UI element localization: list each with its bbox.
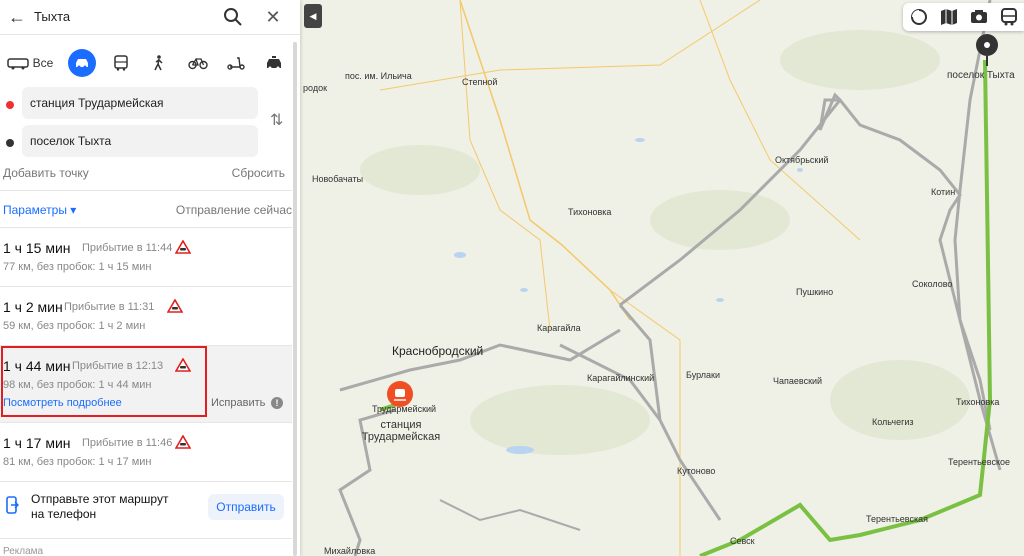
car-icon [76,59,88,69]
add-point-link[interactable]: Добавить точку [3,166,89,180]
send-text: Отправьте этот маршрут на телефон [31,492,169,521]
search-bar: ← Тыхта ✕ [0,0,300,35]
selection-highlight [1,346,207,417]
params-dropdown[interactable]: Параметры ▾ [3,203,76,217]
route-panel: ← Тыхта ✕ Все станция Трудармейская посе… [0,0,300,556]
bicycle-icon [188,58,208,70]
route-arrival: Прибытие в 11:46 [82,437,173,449]
search-icon[interactable] [222,6,244,28]
map-label: Карагайла [537,323,581,333]
info-icon[interactable]: ! [271,397,283,409]
bus-icon [114,55,128,71]
map-label: Михайловка [324,546,376,556]
transport-modes: Все [0,46,300,80]
mode-car-button[interactable] [68,49,96,77]
scrollbar[interactable] [293,42,297,556]
map-label: Кутоново [677,466,716,476]
mode-walk-button[interactable] [146,50,172,76]
end-dot-icon [6,139,14,147]
start-dot-icon [6,101,14,109]
map-label: Тихоновка [568,207,612,217]
destination-label: поселок Тыхта [947,70,1015,81]
taxi-icon [267,56,281,70]
map-label: Терентьевское [948,457,1011,467]
from-value: станция Трудармейская [30,96,164,110]
mode-bike-button[interactable] [184,50,212,76]
map-label: Трудармейский [372,404,437,414]
route-arrival: Прибытие в 11:31 [64,301,155,313]
route-details: 59 км, без пробок: 1 ч 2 мин [3,320,146,332]
map-label: Севск [730,536,755,546]
map-label: Тихоновка [956,397,1000,407]
map-label: Пушкино [796,287,834,297]
map-label: пос. им. Ильича [345,71,412,81]
route-point-from: станция Трудармейская [0,87,300,121]
phone-icon [6,496,19,514]
to-value: поселок Тыхта [30,134,112,148]
departure-link[interactable]: Отправление сейчас [176,203,292,217]
divider [0,538,292,539]
map-label: Соколово [912,279,953,289]
mode-all-label: Все [32,56,54,70]
fix-route-link[interactable]: Исправить [211,397,265,409]
map-label: Бурлаки [686,370,721,380]
map-label: Октябрьский [775,155,829,165]
road-warning-icon [167,299,183,313]
map-label: Чапаевский [773,376,823,386]
back-arrow-icon[interactable]: ← [6,6,28,28]
route-arrival: Прибытие в 11:44 [82,242,173,254]
map-label: Котин [931,187,956,197]
mode-bus-button[interactable] [108,50,134,76]
map-book-icon[interactable] [939,7,959,27]
origin-label: станция Трудармейская [361,419,441,443]
route-option[interactable]: 1 ч 17 мин Прибытие в 11:46 81 км, без п… [0,423,292,481]
map-toolbar [903,3,1024,31]
send-button[interactable]: Отправить [208,494,284,520]
route-details: 77 км, без пробок: 1 ч 15 мин [3,261,152,273]
map-label: родок [303,83,328,93]
close-icon[interactable]: ✕ [262,6,284,28]
route-time: 1 ч 2 мин [3,299,63,315]
car-bus-icon [6,58,29,70]
panorama-icon[interactable] [969,7,989,27]
from-field[interactable]: станция Трудармейская [22,87,258,119]
mode-scooter-button[interactable] [222,50,250,76]
mode-all-button[interactable]: Все [4,50,56,76]
swap-arrows-icon[interactable]: ⇅ [270,110,283,130]
mode-taxi-button[interactable] [260,50,288,76]
destination-pin-icon[interactable] [975,33,999,67]
bus-icon[interactable] [999,7,1019,27]
map-label: Терентьевская [866,514,928,524]
collapse-panel-button[interactable]: ◀ [304,4,322,28]
route-time: 1 ч 17 мин [3,435,71,451]
to-field[interactable]: поселок Тыхта [22,125,258,157]
send-to-phone: Отправьте этот маршрут на телефон Отправ… [0,480,292,536]
city-label: Краснобродский [392,344,484,358]
ad-label: Реклама [3,546,44,556]
map-label: Новобачаты [312,174,364,184]
pedestrian-icon [154,55,163,71]
route-details: 81 км, без пробок: 1 ч 17 мин [3,456,152,468]
route-point-to: поселок Тыхта [0,125,300,159]
route-option[interactable]: 1 ч 2 мин Прибытие в 11:31 59 км, без пр… [0,287,292,345]
route-option[interactable]: 1 ч 15 мин Прибытие в 11:44 77 км, без п… [0,228,292,286]
search-input[interactable]: Тыхта [34,9,70,24]
map-canvas[interactable] [300,0,1024,556]
scooter-icon [227,57,245,70]
map-label: Степной [462,77,498,87]
map-label: Кольчегиз [872,417,914,427]
layers-icon[interactable] [909,7,929,27]
road-warning-icon [175,435,191,449]
route-time: 1 ч 15 мин [3,240,71,256]
reset-link[interactable]: Сбросить [232,166,285,180]
road-warning-icon [175,240,191,254]
map-label: Карагайлинский [587,373,655,383]
divider [0,190,292,191]
